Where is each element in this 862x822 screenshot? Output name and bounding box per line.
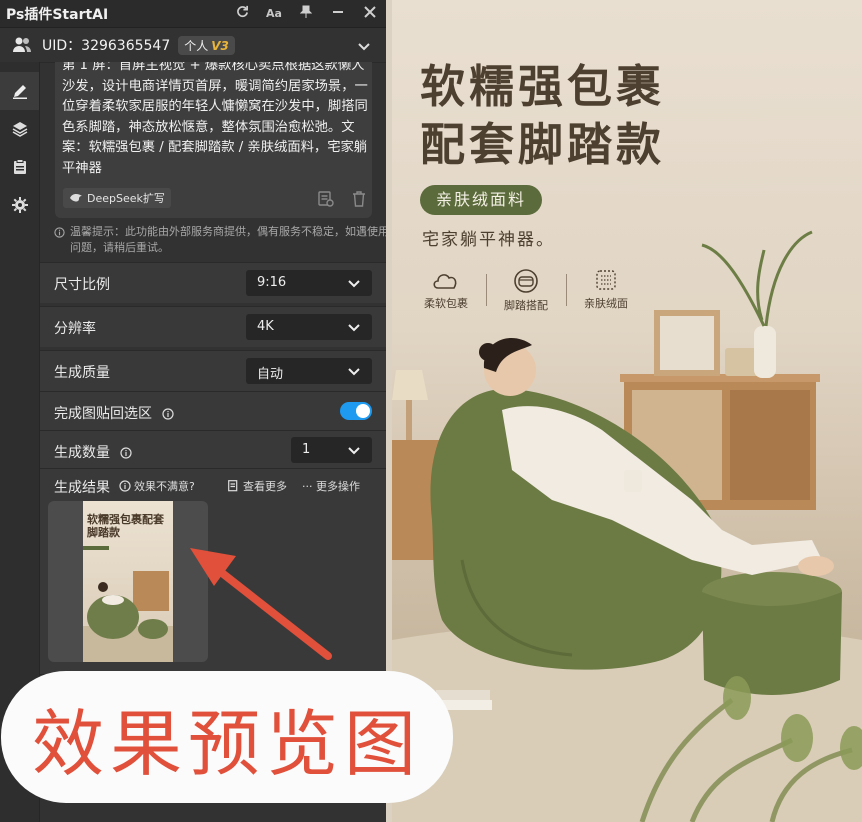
preview-caption: 效果预览图: [31, 701, 422, 786]
preview-caption-badge: 效果预览图: [8, 678, 446, 796]
